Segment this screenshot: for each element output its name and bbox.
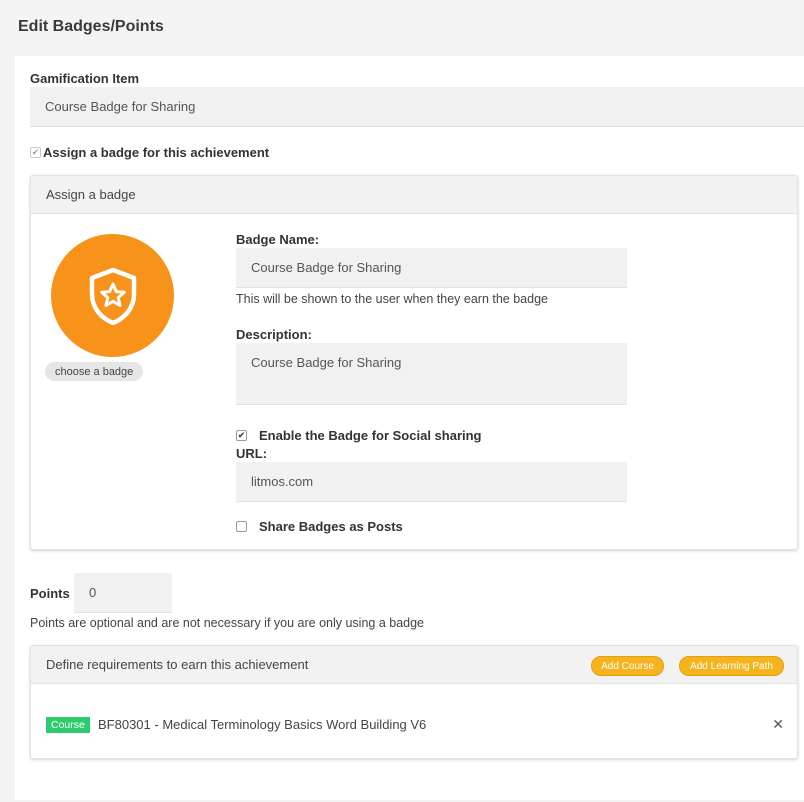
requirements-title: Define requirements to earn this achieve… [46, 657, 309, 672]
social-sharing-label: Enable the Badge for Social sharing [259, 428, 482, 443]
description-field[interactable]: Course Badge for Sharing [236, 343, 627, 405]
points-help: Points are optional and are not necessar… [30, 616, 425, 630]
course-tag: Course [46, 717, 90, 733]
shield-star-icon [89, 267, 136, 325]
gamification-item-field[interactable]: Course Badge for Sharing [30, 87, 804, 127]
description-label: Description: [236, 327, 312, 342]
url-label: URL: [236, 446, 268, 461]
points-field[interactable]: 0 [74, 573, 172, 613]
requirement-course-name: BF80301 - Medical Terminology Basics Wor… [98, 717, 427, 732]
badge-name-help: This will be shown to the user when they… [236, 292, 548, 306]
requirements-card: Define requirements to earn this achieve… [30, 645, 798, 759]
assign-badge-checkbox-row[interactable]: ✔ Assign a badge for this achievement [30, 145, 269, 160]
share-posts-label: Share Badges as Posts [259, 519, 403, 534]
share-posts-row[interactable]: Share Badges as Posts [236, 519, 403, 534]
gamification-item-label: Gamification Item [30, 71, 140, 86]
assign-badge-card: Assign a badge choose a badge Badge Name… [30, 175, 798, 550]
social-sharing-checkbox[interactable]: ✔ [236, 430, 247, 441]
assign-badge-checkbox[interactable]: ✔ [30, 147, 41, 158]
edit-badge-form: Gamification Item Course Badge for Shari… [15, 56, 804, 800]
page-title: Edit Badges/Points [18, 18, 164, 35]
add-learning-path-button[interactable]: Add Learning Path [679, 656, 784, 676]
add-course-button[interactable]: Add Course [591, 656, 664, 676]
social-sharing-row[interactable]: ✔ Enable the Badge for Social sharing [236, 428, 482, 443]
url-field[interactable]: litmos.com [236, 462, 627, 502]
badge-name-field[interactable]: Course Badge for Sharing [236, 248, 627, 288]
choose-badge-button[interactable]: choose a badge [45, 362, 144, 381]
badge-name-label: Badge Name: [236, 232, 320, 247]
close-icon[interactable]: ✕ [772, 716, 784, 733]
points-label: Points [30, 586, 70, 601]
badge-preview [51, 234, 174, 357]
share-posts-checkbox[interactable] [236, 521, 247, 532]
assign-badge-label: Assign a badge for this achievement [43, 145, 270, 160]
assign-badge-card-header: Assign a badge [31, 176, 797, 214]
